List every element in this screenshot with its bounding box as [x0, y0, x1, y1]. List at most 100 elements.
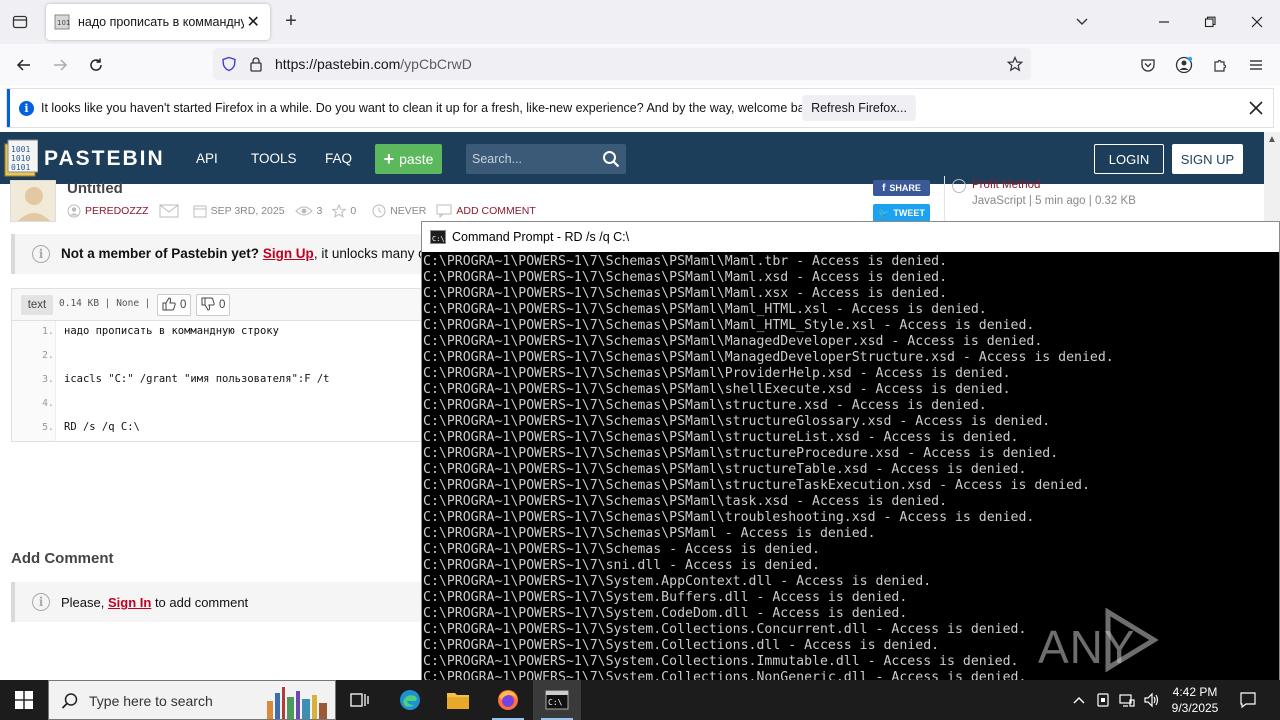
- dislike-button[interactable]: 0: [196, 294, 231, 316]
- code-toolbar: text 0.14 KB | None | 0 0: [12, 289, 432, 321]
- paste-title: Untitled: [67, 180, 123, 197]
- task-view-icon[interactable]: [336, 680, 384, 720]
- avatar[interactable]: [10, 180, 56, 222]
- back-arrow-icon[interactable]: [12, 53, 36, 77]
- cmd-output-line: C:\PROGRA~1\POWERS~1\7\Schemas - Access …: [423, 542, 820, 557]
- search-input[interactable]: Search...: [466, 144, 626, 174]
- signup-button[interactable]: SIGN UP: [1172, 144, 1243, 174]
- cmd-output-line: C:\PROGRA~1\POWERS~1\7\Schemas\PSMaml\Ma…: [423, 350, 1114, 365]
- add-comment-link[interactable]: ADD COMMENT: [456, 205, 535, 217]
- volume-icon[interactable]: [1142, 691, 1160, 709]
- firefox-icon[interactable]: [484, 680, 532, 720]
- code-line: 2.: [41, 350, 54, 361]
- bookmark-star-icon[interactable]: [1006, 56, 1024, 77]
- browser-toolbar: https://pastebin.com/ypCbCrwD: [0, 44, 1280, 86]
- forward-arrow-icon[interactable]: [48, 53, 72, 77]
- svg-text:1010: 1010: [11, 154, 30, 163]
- paste-stars: 0: [350, 205, 357, 217]
- system-clock[interactable]: 4:42 PM 9/3/2025: [1166, 684, 1224, 716]
- signin-to-comment-notice: i Please, Sign In to add comment: [11, 582, 431, 622]
- cmd-output-line: C:\PROGRA~1\POWERS~1\7\Schemas\PSMaml\Ma…: [423, 270, 948, 285]
- nav-faq-link[interactable]: FAQ: [325, 151, 352, 166]
- paste-author-link[interactable]: PEREDOZZZ: [85, 205, 149, 217]
- twitter-bird-icon: 🐦: [878, 207, 890, 218]
- pocket-icon[interactable]: [1136, 53, 1160, 77]
- code-lines[interactable]: 1. надо прописать в коммандную строку 2. …: [12, 321, 432, 441]
- pastebin-logo-text[interactable]: PASTEBIN: [44, 147, 165, 171]
- login-button[interactable]: LOGIN: [1094, 144, 1164, 174]
- network-icon[interactable]: [1118, 691, 1136, 709]
- extensions-icon[interactable]: [1208, 53, 1232, 77]
- thumbs-down-icon: [201, 297, 215, 314]
- close-window-icon[interactable]: [1247, 12, 1267, 32]
- taskbar-search-box[interactable]: Type here to search: [48, 680, 336, 720]
- hamburger-menu-icon[interactable]: [1244, 53, 1268, 77]
- tweet-label: TWEET: [893, 208, 925, 218]
- thumbs-up-icon: [162, 296, 176, 314]
- signup-notice: i Not a member of Pastebin yet? Sign Up,…: [11, 234, 471, 274]
- cmd-output-line: C:\PROGRA~1\POWERS~1\7\Schemas\PSMaml\Ma…: [423, 302, 987, 317]
- paste-button-label: paste: [399, 151, 434, 167]
- cmd-output-line: C:\PROGRA~1\POWERS~1\7\System.Collection…: [423, 622, 1027, 637]
- new-paste-button[interactable]: + paste: [375, 144, 442, 174]
- scroll-up-arrow-icon[interactable]: ▲: [1266, 134, 1278, 146]
- device-icon[interactable]: [1094, 691, 1112, 709]
- related-paste-link[interactable]: Profit Method: [972, 179, 1040, 191]
- cmd-output-line: C:\PROGRA~1\POWERS~1\7\Schemas\PSMaml\ta…: [423, 494, 948, 509]
- user-icon: [67, 204, 81, 218]
- cmd-output-line: C:\PROGRA~1\POWERS~1\7\Schemas\PSMaml\tr…: [423, 510, 1035, 525]
- url-bar[interactable]: https://pastebin.com/ypCbCrwD: [213, 48, 1031, 80]
- edge-browser-icon[interactable]: [386, 680, 434, 720]
- comment-icon[interactable]: [436, 204, 452, 219]
- like-button[interactable]: 0: [157, 294, 192, 316]
- star-icon[interactable]: [331, 203, 347, 218]
- globe-icon: [952, 179, 966, 193]
- cmd-title-bar[interactable]: C:\ Command Prompt - RD /s /q C:\: [422, 222, 1279, 252]
- notification-center-icon[interactable]: [1238, 690, 1258, 710]
- signin-notice-text: Please, Sign In to add comment: [61, 595, 249, 610]
- anyrun-watermark: ANY RUN: [1038, 606, 1234, 720]
- search-icon[interactable]: [602, 150, 620, 168]
- tab-list-chevron-icon[interactable]: [1072, 12, 1092, 32]
- cmd-output-line: C:\PROGRA~1\POWERS~1\7\System.Collection…: [423, 638, 940, 653]
- nav-api-link[interactable]: API: [196, 151, 218, 166]
- pastebin-logo-icon[interactable]: 1001 1010 0101: [4, 138, 39, 178]
- signup-link[interactable]: Sign Up: [263, 246, 314, 261]
- cmd-output-line: C:\PROGRA~1\POWERS~1\7\System.Collection…: [423, 654, 1019, 669]
- windows-start-icon[interactable]: [0, 680, 48, 720]
- info-circle-icon: i: [32, 593, 50, 611]
- minimize-icon[interactable]: [1154, 12, 1174, 32]
- svg-text:101: 101: [57, 19, 70, 27]
- tracking-shield-icon[interactable]: [221, 56, 237, 77]
- paste-size-info: 0.14 KB | None |: [59, 298, 151, 309]
- notification-text: It looks like you haven't started Firefo…: [41, 101, 821, 115]
- code-line: 3. icacls "C:" /grant "имя пользователя":…: [41, 373, 330, 385]
- cmd-output-line: C:\PROGRA~1\POWERS~1\7\Schemas\PSMaml\Ma…: [423, 334, 1043, 349]
- restore-icon[interactable]: [1200, 12, 1220, 32]
- new-tab-plus-icon[interactable]: +: [280, 10, 302, 32]
- file-explorer-icon[interactable]: [434, 680, 482, 720]
- account-icon[interactable]: [1172, 53, 1196, 77]
- cmd-output-line: C:\PROGRA~1\POWERS~1\7\sni.dll - Access …: [423, 558, 820, 573]
- notification-close-icon[interactable]: [1245, 97, 1267, 119]
- show-hidden-icons-chevron-icon[interactable]: [1070, 691, 1088, 709]
- browser-tab-active[interactable]: 101 надо прописать в коммандную ✕: [46, 4, 270, 40]
- cmd-output-line: C:\PROGRA~1\POWERS~1\7\Schemas\PSMaml\st…: [423, 478, 1090, 493]
- command-prompt-taskbar-icon[interactable]: C:\: [533, 680, 581, 720]
- twitter-tweet-button[interactable]: 🐦 TWEET: [873, 204, 930, 222]
- signin-link[interactable]: Sign In: [108, 595, 151, 610]
- cmd-output-line: C:\PROGRA~1\POWERS~1\7\Schemas\PSMaml\st…: [423, 398, 987, 413]
- share-label: SHARE: [889, 183, 921, 193]
- facebook-share-button[interactable]: f SHARE: [873, 180, 930, 196]
- padlock-icon[interactable]: [249, 56, 263, 77]
- nav-tools-link[interactable]: TOOLS: [251, 151, 297, 166]
- reload-icon[interactable]: [84, 53, 108, 77]
- tab-close-icon[interactable]: ✕: [244, 13, 262, 31]
- refresh-firefox-button[interactable]: Refresh Firefox...: [802, 95, 916, 121]
- syntax-language-tag[interactable]: text: [21, 295, 53, 315]
- paste-date: SEP 3RD, 2025: [210, 205, 285, 217]
- message-icon[interactable]: [159, 204, 179, 218]
- cmd-title: Command Prompt - RD /s /q C:\: [452, 230, 630, 244]
- paste-meta-row: PEREDOZZZ SEP 3RD, 2025 3 0 NEVER ADD CO…: [67, 203, 536, 219]
- firefox-view-icon[interactable]: [8, 10, 32, 34]
